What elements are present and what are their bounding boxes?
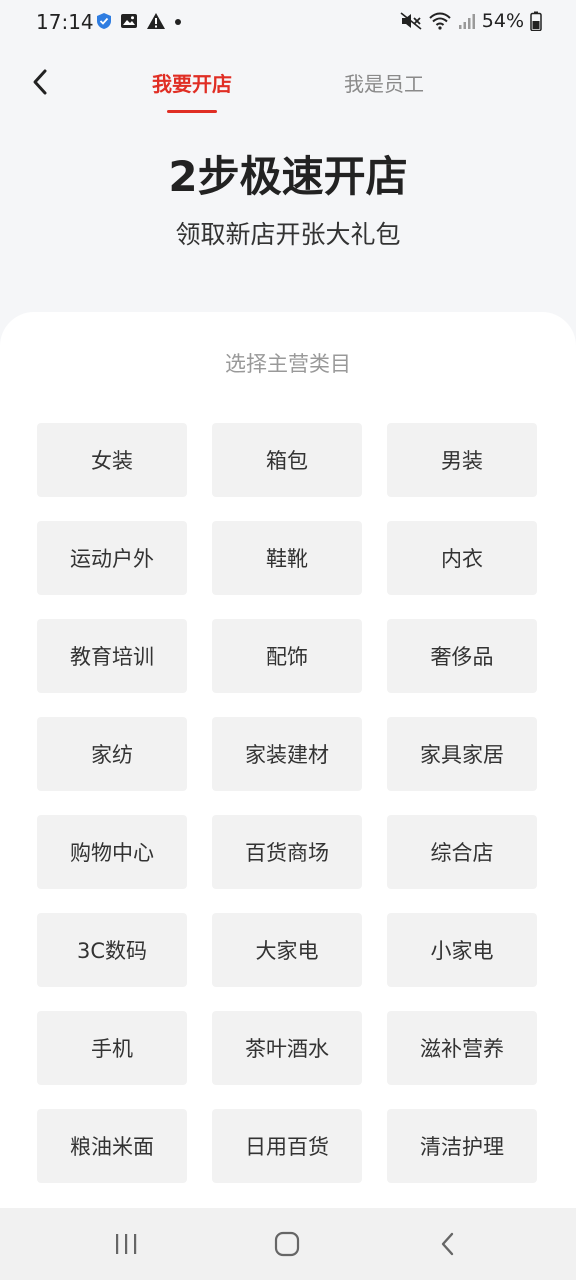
tab-active-indicator xyxy=(167,110,217,113)
back-icon xyxy=(441,1232,454,1256)
tab-open-store[interactable]: 我要开店 xyxy=(152,68,232,98)
home-button[interactable] xyxy=(267,1228,307,1260)
category-item[interactable]: 家具家居 xyxy=(387,717,537,791)
category-item[interactable]: 小家电 xyxy=(387,913,537,987)
status-time: 17:14 xyxy=(36,10,94,34)
category-item[interactable]: 家纺 xyxy=(37,717,187,791)
system-nav-bar xyxy=(0,1208,576,1280)
category-item[interactable]: 清洁护理 xyxy=(387,1109,537,1183)
category-item[interactable]: 百货商场 xyxy=(212,815,362,889)
category-item[interactable]: 家装建材 xyxy=(212,717,362,791)
category-item[interactable]: 滋补营养 xyxy=(387,1011,537,1085)
category-item[interactable]: 箱包 xyxy=(212,423,362,497)
category-item[interactable]: 女装 xyxy=(37,423,187,497)
status-icons-right: 54% xyxy=(400,10,542,32)
category-item[interactable]: 男装 xyxy=(387,423,537,497)
dot-icon xyxy=(175,19,181,25)
system-back-button[interactable] xyxy=(428,1228,468,1260)
category-item[interactable]: 3C数码 xyxy=(37,913,187,987)
category-item[interactable]: 内衣 xyxy=(387,521,537,595)
chevron-left-icon xyxy=(33,69,47,95)
category-item[interactable]: 茶叶酒水 xyxy=(212,1011,362,1085)
category-item[interactable]: 大家电 xyxy=(212,913,362,987)
category-item[interactable]: 鞋靴 xyxy=(212,521,362,595)
category-grid: 女装 箱包 男装 运动户外 鞋靴 内衣 教育培训 配饰 奢侈品 家纺 家装建材 … xyxy=(37,423,537,1183)
warning-icon xyxy=(147,13,165,29)
category-item[interactable]: 运动户外 xyxy=(37,521,187,595)
category-item[interactable]: 手机 xyxy=(37,1011,187,1085)
hero-subtitle: 领取新店开张大礼包 xyxy=(175,220,401,249)
signal-icon xyxy=(458,14,475,29)
recent-apps-button[interactable] xyxy=(106,1228,146,1260)
category-item[interactable]: 日用百货 xyxy=(212,1109,362,1183)
status-bar: 17:14 54% xyxy=(0,0,576,44)
category-item[interactable]: 粮油米面 xyxy=(37,1109,187,1183)
category-item[interactable]: 教育培训 xyxy=(37,619,187,693)
category-item[interactable]: 配饰 xyxy=(212,619,362,693)
tab-staff[interactable]: 我是员工 xyxy=(344,68,424,98)
category-item[interactable]: 奢侈品 xyxy=(387,619,537,693)
shield-check-icon xyxy=(97,13,111,29)
status-icons-left xyxy=(96,12,182,30)
battery-icon xyxy=(530,11,542,31)
category-panel: 选择主营类目 女装 箱包 男装 运动户外 鞋靴 内衣 教育培训 配饰 奢侈品 家… xyxy=(0,312,576,1208)
back-button[interactable] xyxy=(20,62,60,102)
mute-icon xyxy=(400,12,422,30)
header: 我要开店 我是员工 xyxy=(0,44,576,120)
recent-apps-icon xyxy=(116,1234,137,1254)
home-icon xyxy=(274,1231,300,1257)
category-item[interactable]: 购物中心 xyxy=(37,815,187,889)
hero-title: 2步极速开店 xyxy=(168,152,408,201)
wifi-icon xyxy=(429,12,451,30)
panel-title: 选择主营类目 xyxy=(225,352,351,376)
category-item[interactable]: 综合店 xyxy=(387,815,537,889)
battery-percent: 54% xyxy=(481,10,524,32)
image-icon xyxy=(121,14,137,28)
